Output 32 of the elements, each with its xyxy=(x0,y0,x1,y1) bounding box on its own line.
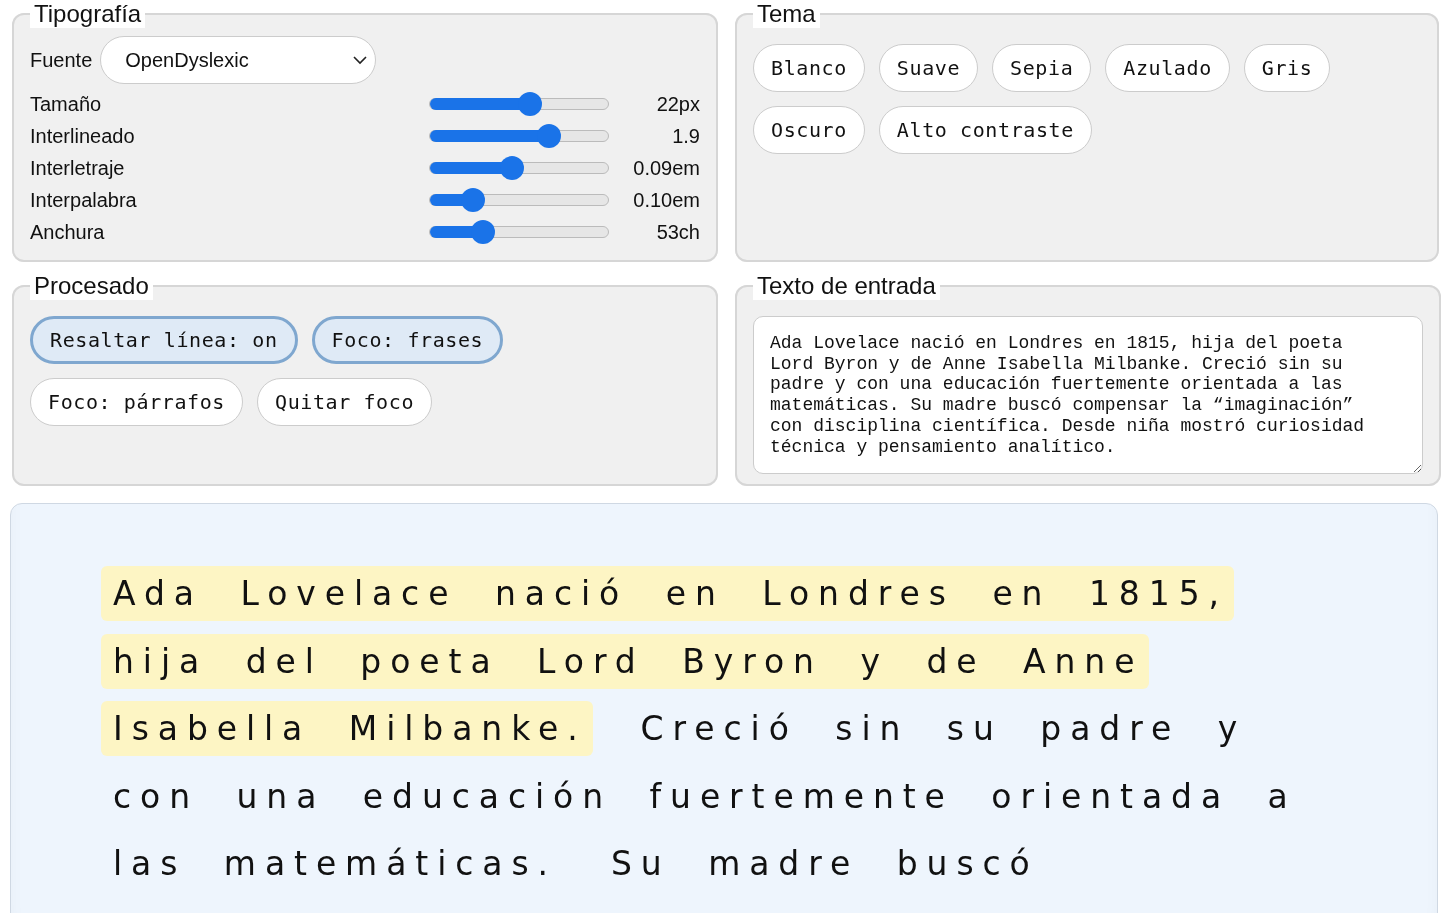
theme-button[interactable]: Azulado xyxy=(1105,44,1230,92)
font-label: Fuente xyxy=(30,48,93,72)
reading-text: Creció sin su padre y xyxy=(639,708,1248,751)
processing-button[interactable]: Foco: párrafos xyxy=(30,378,243,426)
slider-label: Tamaño xyxy=(30,92,103,116)
slider-label: Anchura xyxy=(30,220,106,244)
slider-value: 1.9 xyxy=(671,124,700,148)
reading-text: las matemáticas. xyxy=(112,843,558,886)
theme-button[interactable]: Alto contraste xyxy=(878,106,1092,154)
processing-button[interactable]: Foco: frases xyxy=(311,316,504,364)
input-textarea[interactable]: Ada Lovelace nació en Londres en 1815, hija del poeta Lord Byron y de Anne Isabella Milbanke. Creció sin su padre y con una educación fuertemente orientada a las matemáticas. Su madre buscó compensar la “imaginación” con disciplina científica. Desde niña mostró curiosidad técnica y pensamiento analítico. xyxy=(753,316,1423,474)
theme-button[interactable]: Blanco xyxy=(753,44,865,92)
reading-text: Ada Lovelace nació en Londres en 1815, xyxy=(101,566,1234,622)
processing-button[interactable]: Resaltar línea: on xyxy=(30,316,298,364)
reading-text: hija del poeta Lord Byron y de Anne xyxy=(101,633,1150,689)
processing-button[interactable]: Quitar foco xyxy=(257,378,433,426)
slider-label: Interlineado xyxy=(30,124,136,148)
slider-label: Interpalabra xyxy=(30,188,138,212)
chevron-down-icon xyxy=(353,55,368,65)
theme-button[interactable]: Suave xyxy=(878,44,979,92)
reading-text: Su madre buscó xyxy=(609,843,1040,886)
theme-button[interactable]: Sepia xyxy=(992,44,1092,92)
font-select[interactable]: OpenDyslexic xyxy=(100,36,377,84)
theme-button[interactable]: Oscuro xyxy=(753,106,865,154)
reading-text: Isabella Milbanke. xyxy=(101,701,593,757)
slider-label: Interletraje xyxy=(30,156,126,180)
theme-button[interactable]: Gris xyxy=(1243,44,1331,92)
reading-text: con una educación fuertemente orientada a xyxy=(112,775,1298,818)
slider-value: 22px xyxy=(655,92,700,116)
slider-value: 0.09em xyxy=(632,156,700,180)
slider-value: 53ch xyxy=(655,220,700,244)
slider-value: 0.10em xyxy=(632,188,700,212)
